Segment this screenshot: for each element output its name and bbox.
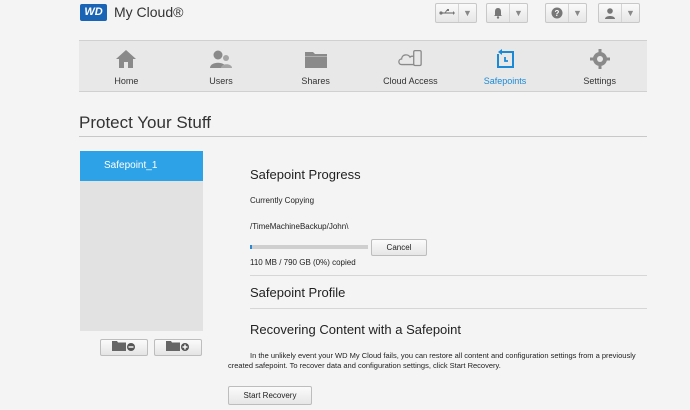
- chevron-down-icon: ▼: [458, 4, 476, 22]
- list-item-safepoint[interactable]: Safepoint_1: [80, 151, 203, 181]
- main-nav: Home Users Shares Cloud Access Safepoint…: [79, 40, 647, 92]
- bell-icon: [487, 4, 509, 22]
- alerts-menu-button[interactable]: ▼: [486, 3, 528, 23]
- progress-bar-fill: [250, 245, 253, 249]
- nav-item-shares[interactable]: Shares: [268, 41, 363, 91]
- progress-heading: Safepoint Progress: [250, 167, 361, 182]
- nav-label: Safepoints: [483, 76, 527, 86]
- progress-bar: [250, 245, 368, 249]
- recovery-heading: Recovering Content with a Safepoint: [250, 322, 462, 337]
- recovery-description-text: In the unlikely event your WD My Cloud f…: [228, 351, 636, 370]
- folder-remove-icon: [111, 339, 137, 357]
- home-icon: [113, 47, 139, 71]
- top-bar: WD My Cloud® ▼ ▼ ? ▼ ▼: [0, 0, 690, 36]
- recovery-description: In the unlikely event your WD My Cloud f…: [228, 351, 648, 371]
- usb-icon: [436, 4, 458, 22]
- users-icon: [208, 47, 234, 71]
- progress-copied: 110 MB / 790 GB (0%) copied: [250, 258, 356, 267]
- wd-logo: WD: [80, 4, 107, 21]
- title-divider: [79, 136, 647, 137]
- brand-name: My Cloud®: [114, 4, 184, 20]
- nav-item-home[interactable]: Home: [79, 41, 174, 91]
- remove-safepoint-button[interactable]: [100, 339, 148, 356]
- folder-icon: [303, 47, 329, 71]
- nav-item-cloud-access[interactable]: Cloud Access: [363, 41, 458, 91]
- safepoint-list: Safepoint_1: [80, 151, 203, 331]
- nav-label: Settings: [583, 76, 616, 86]
- nav-item-users[interactable]: Users: [174, 41, 269, 91]
- nav-label: Home: [114, 76, 139, 86]
- nav-item-settings[interactable]: Settings: [552, 41, 647, 91]
- page-title: Protect Your Stuff: [79, 113, 211, 132]
- section-divider: [250, 275, 647, 276]
- profile-heading: Safepoint Profile: [250, 285, 346, 300]
- user-icon: [599, 4, 621, 22]
- chevron-down-icon: ▼: [621, 4, 639, 22]
- user-menu-button[interactable]: ▼: [598, 3, 640, 23]
- chevron-down-icon: ▼: [568, 4, 586, 22]
- cancel-button[interactable]: Cancel: [371, 239, 427, 256]
- usb-menu-button[interactable]: ▼: [435, 3, 477, 23]
- add-safepoint-button[interactable]: [154, 339, 202, 356]
- nav-label: Users: [209, 76, 233, 86]
- progress-path: /TimeMachineBackup/John\: [250, 222, 349, 231]
- help-icon: ?: [546, 4, 568, 22]
- nav-item-safepoints[interactable]: Safepoints: [458, 41, 553, 91]
- nav-label: Shares: [301, 76, 330, 86]
- progress-status: Currently Copying: [250, 196, 315, 205]
- chevron-down-icon: ▼: [509, 4, 527, 22]
- cloud-device-icon: [397, 47, 423, 71]
- safepoint-icon: [492, 47, 518, 71]
- svg-text:?: ?: [555, 9, 560, 18]
- start-recovery-button[interactable]: Start Recovery: [228, 386, 312, 405]
- nav-label: Cloud Access: [383, 76, 438, 86]
- gear-icon: [587, 47, 613, 71]
- section-divider: [250, 308, 647, 309]
- help-menu-button[interactable]: ? ▼: [545, 3, 587, 23]
- folder-add-icon: [165, 339, 191, 357]
